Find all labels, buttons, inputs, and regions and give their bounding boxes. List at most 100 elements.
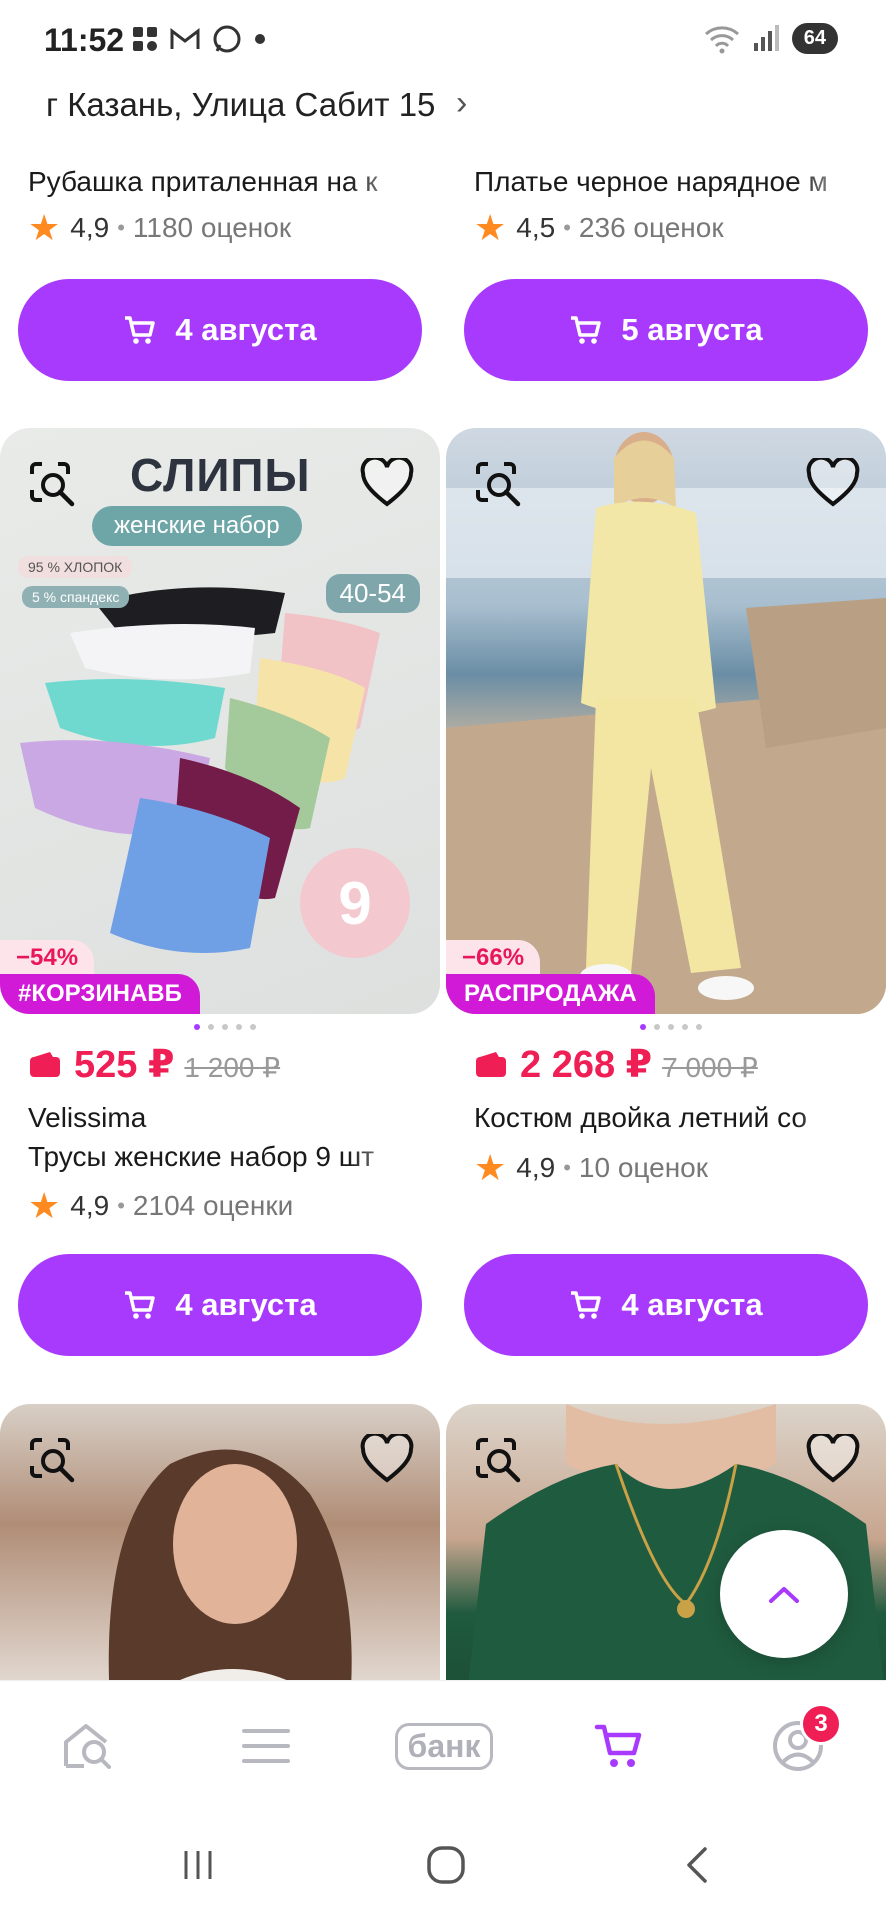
- status-notification-icons: [132, 24, 266, 54]
- delivery-date: 4 августа: [175, 1287, 317, 1322]
- delivery-date: 4 августа: [621, 1287, 763, 1322]
- recents-icon: [184, 1851, 212, 1879]
- image-subtitle: женские набор: [92, 506, 302, 546]
- star-icon: ★: [28, 1185, 61, 1226]
- reviews-count: 10 оценок: [578, 1152, 708, 1183]
- product-title[interactable]: Трусы женские набор 9 шт: [28, 1141, 428, 1173]
- discount-badge: −66%: [446, 940, 541, 976]
- star-icon: ★: [28, 207, 61, 248]
- product-brand[interactable]: Velissima: [28, 1102, 146, 1134]
- status-time: 11:52: [44, 22, 125, 58]
- cart-icon: [125, 1291, 156, 1319]
- chevron-up-icon: [769, 1587, 799, 1603]
- visual-search-icon[interactable]: [28, 1436, 78, 1486]
- back-button[interactable]: [674, 1840, 718, 1890]
- grid-app-icon: [133, 27, 157, 51]
- product-feed[interactable]: Рубашка приталенная на к ★ 4,9 • 1180 оц…: [0, 130, 886, 1680]
- product-image[interactable]: −66% РАСПРОДАЖА: [446, 428, 886, 1014]
- product-image[interactable]: СЛИПЫ женские набор 95 % ХЛОПОК 5 % спан…: [0, 428, 440, 1014]
- add-to-cart-button[interactable]: 5 августа: [464, 279, 868, 381]
- signal-icon: [753, 25, 779, 51]
- delivery-date: 5 августа: [621, 312, 763, 347]
- nav-home[interactable]: [48, 1711, 128, 1781]
- nav-bank[interactable]: банк: [385, 1711, 503, 1781]
- cart-icon: [125, 316, 156, 344]
- add-to-cart-button[interactable]: 4 августа: [18, 1254, 422, 1356]
- rating-value: 4,9: [70, 212, 110, 243]
- mail-icon: [170, 27, 200, 49]
- home-button[interactable]: [424, 1840, 468, 1890]
- recents-button[interactable]: [176, 1840, 220, 1890]
- add-to-cart-button[interactable]: 4 августа: [18, 279, 422, 381]
- cart-icon: [571, 1291, 602, 1319]
- wifi-icon: [704, 26, 739, 54]
- cart-icon: [594, 1724, 642, 1767]
- cart-icon: [571, 316, 602, 344]
- visual-search-icon[interactable]: [474, 1436, 524, 1486]
- nav-catalog[interactable]: [226, 1711, 306, 1781]
- discount-badge: −54%: [0, 940, 95, 976]
- whatsapp-icon: [213, 25, 241, 53]
- heart-icon[interactable]: [360, 458, 414, 508]
- rating-value: 4,9: [70, 1190, 110, 1221]
- price-current: 525 ₽: [74, 1044, 175, 1086]
- notification-badge: 3: [800, 1703, 842, 1745]
- status-bar: 11:52 64: [0, 0, 886, 80]
- image-count: 9: [300, 848, 410, 958]
- price-old: 7 000 ₽: [662, 1052, 758, 1083]
- back-icon: [687, 1847, 707, 1883]
- notification-dot-icon: [255, 34, 265, 44]
- product-rating: ★ 4,9 • 10 оценок: [474, 1147, 708, 1188]
- product-rating: ★ 4,9 • 1180 оценок: [28, 207, 292, 248]
- menu-icon: [242, 1729, 290, 1763]
- image-note: 5 % спандекс: [22, 586, 130, 608]
- delivery-address-bar[interactable]: г Казань, Улица Сабит 15 ›: [0, 80, 886, 140]
- rating-value: 4,9: [516, 1152, 556, 1183]
- yellow-suit-illustration: [446, 432, 886, 1014]
- reviews-count: 2104 оценки: [132, 1190, 294, 1221]
- heart-icon[interactable]: [360, 1434, 414, 1484]
- delivery-address[interactable]: г Казань, Улица Сабит 15: [46, 86, 435, 124]
- visual-search-icon[interactable]: [28, 460, 78, 510]
- product-title[interactable]: Костюм двойка летний со: [474, 1102, 874, 1134]
- heart-icon[interactable]: [806, 1434, 860, 1484]
- wallet-icon: [30, 1051, 60, 1077]
- price-old: 1 200 ₽: [184, 1052, 281, 1083]
- reviews-count: 236 оценок: [578, 212, 724, 243]
- delivery-date: 4 августа: [175, 312, 317, 347]
- home-search-icon: [64, 1724, 111, 1769]
- product-title[interactable]: Платье черное нарядное м: [474, 166, 874, 198]
- home-icon: [427, 1846, 465, 1884]
- add-to-cart-button[interactable]: 4 августа: [464, 1254, 868, 1356]
- price-row: 2 268 ₽ 7 000 ₽: [474, 1042, 758, 1087]
- reviews-count: 1180 оценок: [132, 212, 292, 243]
- nav-cart[interactable]: [580, 1711, 660, 1781]
- price-current: 2 268 ₽: [520, 1044, 653, 1086]
- status-system-icons: 64: [702, 22, 838, 54]
- image-note: 95 % ХЛОПОК: [18, 556, 133, 578]
- scroll-to-top-button[interactable]: [720, 1530, 848, 1658]
- system-navigation-bar: [0, 1810, 886, 1920]
- star-icon: ★: [474, 207, 507, 248]
- bottom-navigation: банк 3: [0, 1680, 886, 1810]
- battery-indicator: 64: [791, 22, 838, 54]
- wallet-icon: [476, 1051, 506, 1077]
- price-row: 525 ₽ 1 200 ₽: [28, 1042, 280, 1087]
- bank-label: банк: [394, 1722, 494, 1770]
- image-pagination-dots: [194, 1024, 256, 1030]
- visual-search-icon[interactable]: [474, 460, 524, 510]
- image-size: 40-54: [325, 574, 420, 613]
- chevron-right-icon: ›: [456, 84, 468, 122]
- promo-badge: РАСПРОДАЖА: [446, 974, 655, 1014]
- product-rating: ★ 4,5 • 236 оценок: [474, 207, 724, 248]
- nav-profile[interactable]: 3: [758, 1703, 842, 1781]
- product-rating: ★ 4,9 • 2104 оценки: [28, 1185, 294, 1226]
- star-icon: ★: [474, 1147, 507, 1188]
- product-title[interactable]: Рубашка приталенная на к: [28, 166, 428, 198]
- product-image[interactable]: [0, 1404, 440, 1680]
- rating-value: 4,5: [516, 212, 556, 243]
- heart-icon[interactable]: [806, 458, 860, 508]
- image-title: СЛИПЫ: [130, 449, 311, 501]
- promo-badge: #КОРЗИНАВБ: [0, 974, 200, 1014]
- image-pagination-dots: [640, 1024, 702, 1030]
